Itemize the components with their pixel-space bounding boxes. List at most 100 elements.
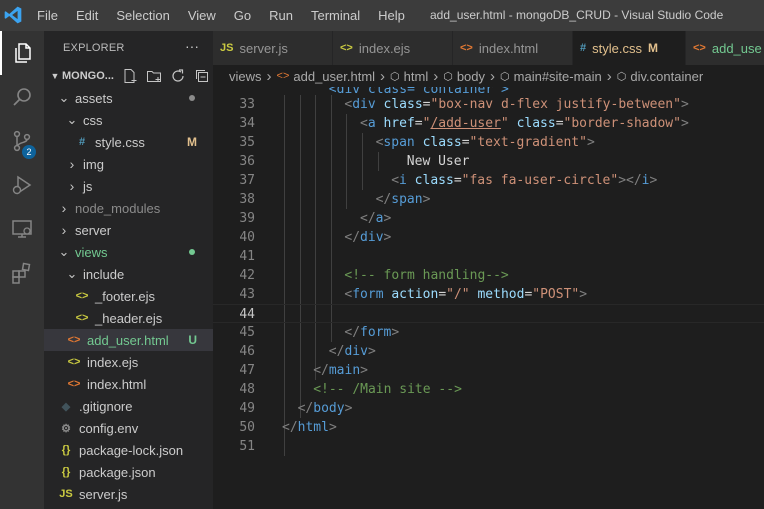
tree-item-package-lock-json[interactable]: {} package-lock.json xyxy=(44,439,213,461)
breadcrumb-item[interactable]: ⬡ body xyxy=(443,69,485,84)
tab-index-ejs[interactable]: <> index.ejs xyxy=(333,31,453,65)
json-file-icon: {} xyxy=(61,466,71,478)
tree-item-config-env[interactable]: ⚙ config.env xyxy=(44,417,213,439)
tree-item-header-ejs[interactable]: <> _header.ejs xyxy=(44,307,213,329)
chevron-down-icon: ⌄ xyxy=(58,244,70,259)
explorer-activity-button[interactable] xyxy=(0,31,44,75)
breadcrumb-item[interactable]: ⬡ html xyxy=(390,69,428,84)
code-line[interactable]: 50 </html> xyxy=(213,418,764,437)
element-icon: ⬡ xyxy=(616,70,627,83)
code-line[interactable]: 49 </body> xyxy=(213,399,764,418)
code-line[interactable]: 47 </main> xyxy=(213,361,764,380)
code-line[interactable]: 38 </span> xyxy=(213,190,764,209)
code-token: div xyxy=(360,230,384,245)
breadcrumb-item[interactable]: <> add_user.html xyxy=(277,69,376,84)
more-actions-icon[interactable]: ··· xyxy=(185,38,199,54)
tree-item-views[interactable]: ⌄ views xyxy=(44,241,213,263)
code-line[interactable]: 51 xyxy=(213,437,764,456)
new-file-icon[interactable] xyxy=(122,68,138,84)
menu-run[interactable]: Run xyxy=(260,0,302,31)
line-number: 51 xyxy=(239,439,255,454)
tree-item-index-ejs[interactable]: <> index.ejs xyxy=(44,351,213,373)
tree-item-package-json[interactable]: {} package.json xyxy=(44,461,213,483)
extensions-icon xyxy=(12,262,31,284)
code-line[interactable]: 46 </div> xyxy=(213,342,764,361)
code-line[interactable]: 34 <a href="/add-user" class="border-shad… xyxy=(213,114,764,133)
extensions-activity-button[interactable] xyxy=(0,251,44,295)
html-file-icon: <> xyxy=(276,70,290,82)
tab-style-css[interactable]: # style.css M xyxy=(573,31,686,65)
source-control-activity-button[interactable]: 2 xyxy=(0,119,44,163)
tree-item-add-user-html[interactable]: <> add_user.html U xyxy=(44,329,213,351)
git-file-icon: ◆ xyxy=(61,400,71,413)
line-number: 38 xyxy=(239,192,255,207)
code-token: class xyxy=(422,135,462,150)
tree-item-include[interactable]: ⌄ include xyxy=(44,263,213,285)
git-status-dot xyxy=(189,95,195,101)
chevron-right-icon: › xyxy=(61,222,67,238)
code-token: = xyxy=(453,173,462,188)
tree-item-footer-ejs[interactable]: <> _footer.ejs xyxy=(44,285,213,307)
menu-view[interactable]: View xyxy=(179,0,225,31)
code-line[interactable]: 45 </form> xyxy=(213,323,764,342)
tree-item-css[interactable]: ⌄ css xyxy=(44,109,213,131)
breadcrumb-item[interactable]: views xyxy=(229,69,262,84)
chevron-right-icon: › xyxy=(61,200,67,216)
code-token: form xyxy=(360,325,392,340)
code-token: > xyxy=(680,116,689,131)
line-number: 37 xyxy=(239,173,255,188)
tab-label: style.css xyxy=(592,40,642,56)
tree-item-style-css[interactable]: # style.css M xyxy=(44,131,213,153)
gear-icon: ⚙ xyxy=(61,422,71,435)
activity-bar: 2 xyxy=(0,31,44,509)
tree-item-gitignore[interactable]: ◆ .gitignore xyxy=(44,395,213,417)
title-bar: File Edit Selection View Go Run Terminal Help a… xyxy=(0,0,764,31)
tree-item-assets[interactable]: ⌄ assets xyxy=(44,87,213,109)
code-line[interactable]: 40 </div> xyxy=(213,228,764,247)
tree-item-index-html[interactable]: <> index.html xyxy=(44,373,213,395)
new-folder-icon[interactable] xyxy=(146,68,162,84)
chevron-down-icon: ▼ xyxy=(50,71,60,81)
code-line[interactable]: 41 xyxy=(213,247,764,266)
code-line[interactable]: 48 <!-- /Main site --> xyxy=(213,380,764,399)
code-line[interactable]: 42 <!-- form handling--> xyxy=(213,266,764,285)
tree-item-node-modules[interactable]: › node_modules xyxy=(44,197,213,219)
tab-server-js[interactable]: JS server.js xyxy=(213,31,333,65)
code-editor[interactable]: <div class="container"> 33 <div class="box… xyxy=(213,87,764,509)
menu-file[interactable]: File xyxy=(28,0,67,31)
search-activity-button[interactable] xyxy=(0,75,44,119)
code-text: </span> xyxy=(376,190,431,209)
menu-edit[interactable]: Edit xyxy=(67,0,107,31)
code-line[interactable]: 37 <i class="fas fa-user-circle"></i> xyxy=(213,171,764,190)
breadcrumb-item[interactable]: ⬡ main#site-main xyxy=(500,69,602,84)
breadcrumb-item[interactable]: ⬡ div.container xyxy=(617,69,703,84)
tree-item-server[interactable]: › server xyxy=(44,219,213,241)
remote-explorer-activity-button[interactable] xyxy=(0,207,44,251)
element-icon: ⬡ xyxy=(500,70,510,83)
menu-go[interactable]: Go xyxy=(225,0,260,31)
tree-item-server-js[interactable]: JS server.js xyxy=(44,483,213,505)
code-line[interactable]: 44 xyxy=(213,304,764,323)
menu-terminal[interactable]: Terminal xyxy=(302,0,369,31)
code-token: method xyxy=(477,287,525,302)
collapse-all-icon[interactable] xyxy=(194,68,210,84)
code-line[interactable]: 39 </a> xyxy=(213,209,764,228)
line-number: 46 xyxy=(239,344,255,359)
tab-index-html[interactable]: <> index.html xyxy=(453,31,573,65)
tab-add-use[interactable]: <> add_use xyxy=(686,31,764,65)
code-text: </div> xyxy=(329,342,376,361)
code-text: </main> xyxy=(313,361,368,380)
refresh-icon[interactable] xyxy=(170,68,186,84)
code-line[interactable]: 35 <span class="text-gradient"> xyxy=(213,133,764,152)
tree-item-img[interactable]: › img xyxy=(44,153,213,175)
code-line[interactable]: 36 New User xyxy=(213,152,764,171)
menu-help[interactable]: Help xyxy=(369,0,414,31)
menu-selection[interactable]: Selection xyxy=(107,0,178,31)
code-line[interactable]: 43 <form action="/" method="POST"> xyxy=(213,285,764,304)
chevron-right-icon: › xyxy=(490,67,496,85)
code-line[interactable]: 33 <div class="box-nav d-flex justify-bet… xyxy=(213,95,764,114)
run-debug-activity-button[interactable] xyxy=(0,163,44,207)
line-number: 33 xyxy=(239,97,255,112)
tree-item-js[interactable]: › js xyxy=(44,175,213,197)
